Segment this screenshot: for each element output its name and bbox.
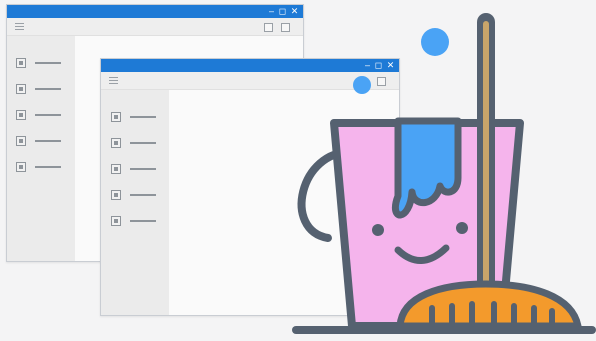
bucket-eye [372,224,384,236]
broom-bristles [429,301,555,327]
cleaning-bucket-icon [292,13,596,334]
bucket-eye [456,222,468,234]
cleanup-illustration: – ◻ ✕ – ◻ ✕ [0,0,596,341]
water-drop-icon [353,76,371,94]
water-drop-icon [421,28,449,56]
